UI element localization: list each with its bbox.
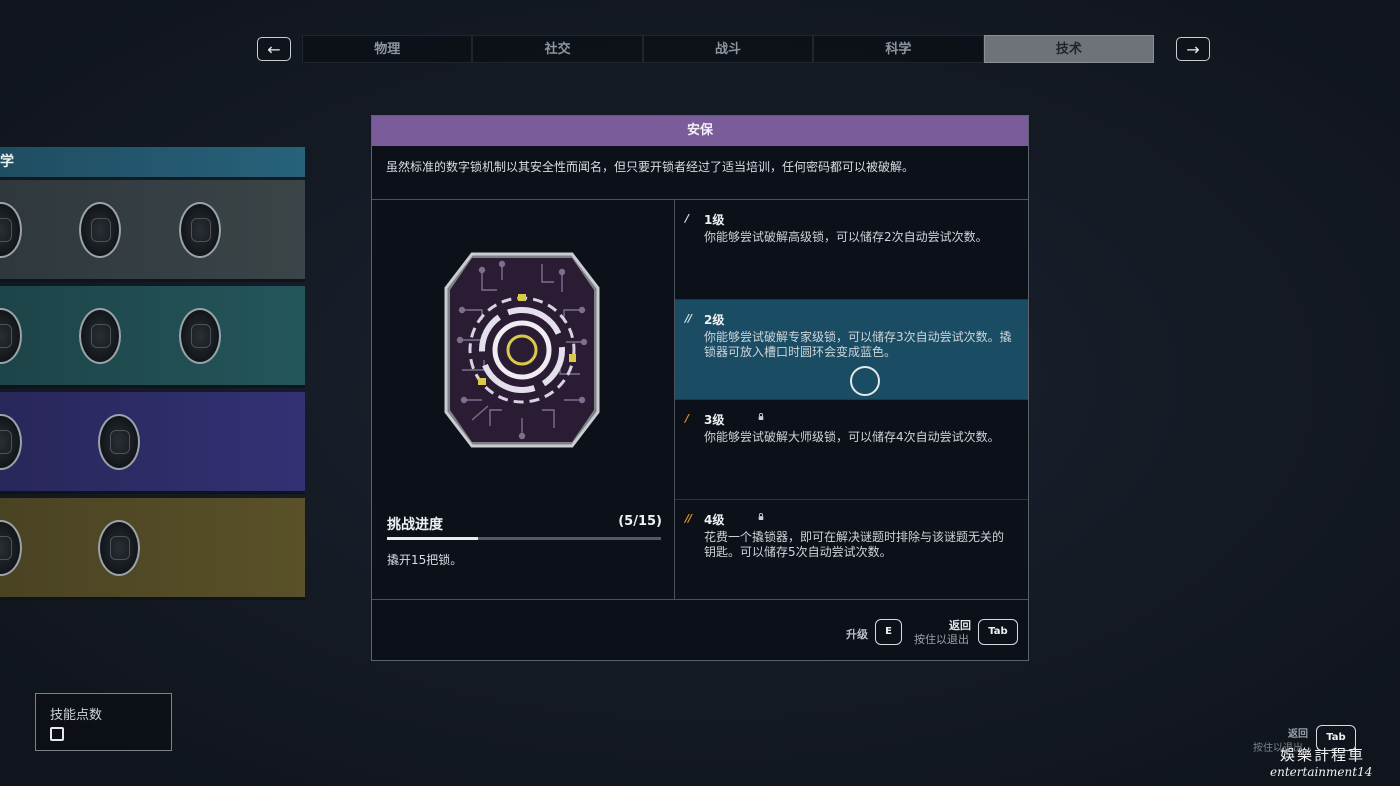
skill-description: 虽然标准的数字锁机制以其安全性而闻名，但只要开锁者经过了适当培训，任何密码都可以…	[386, 160, 915, 174]
skill-detail-dialog: 安保 虽然标准的数字锁机制以其安全性而闻名，但只要开锁者经过了适当培训，任何密码…	[371, 115, 1029, 661]
skill-node[interactable]	[79, 202, 121, 258]
prev-category-arrow-icon[interactable]: ←	[257, 37, 291, 61]
skills-screen: ← 物理 社交 战斗 科学 技术 → 学 技能点数 0 安保 虽然标准的数字锁机…	[0, 0, 1400, 786]
tab-tech[interactable]: 技术	[983, 35, 1155, 63]
challenge-progress-title: 挑战进度	[387, 517, 443, 533]
category-tab-bar: 物理 社交 战斗 科学 技术	[302, 35, 1155, 63]
back-hint-label: 返回	[1288, 729, 1308, 740]
circuit-lock-badge-icon	[444, 252, 600, 448]
challenge-progress-bar	[387, 537, 661, 540]
skill-node[interactable]	[98, 520, 140, 576]
level-name: 4级	[704, 513, 725, 527]
skill-node[interactable]	[0, 520, 22, 576]
skill-level-1[interactable]: / 1级 你能够尝试破解高级锁，可以储存2次自动尝试次数。	[675, 200, 1028, 300]
tab-social[interactable]: 社交	[472, 35, 643, 63]
skill-node[interactable]	[0, 308, 22, 364]
watermark-chinese: 娛樂計程車	[1280, 746, 1366, 764]
level-description: 你能够尝试破解大师级锁，可以储存4次自动尝试次数。	[704, 430, 1000, 444]
rank-ticks-icon: /	[685, 412, 689, 425]
skill-tier-row	[0, 180, 305, 282]
skill-points-label: 技能点数	[50, 708, 103, 723]
lock-icon	[758, 413, 764, 420]
skill-node[interactable]	[79, 308, 121, 364]
skill-points-value: 0	[50, 727, 64, 741]
tab-physical[interactable]: 物理	[302, 35, 473, 63]
tab-science[interactable]: 科学	[813, 35, 984, 63]
rank-ticks-icon: //	[685, 512, 692, 525]
skill-points-panel: 技能点数 0	[35, 693, 172, 751]
upgrade-key-button[interactable]: E	[875, 619, 902, 645]
next-category-arrow-icon[interactable]: →	[1176, 37, 1210, 61]
cursor-ring-icon	[850, 366, 880, 396]
skill-tier-row	[0, 392, 305, 494]
skill-node[interactable]	[0, 202, 22, 258]
hold-exit-hint-label: 按住以退出	[914, 633, 969, 646]
skill-node[interactable]	[0, 414, 22, 470]
level-description: 花费一个撬锁器，即可在解决谜题时排除与该谜题无关的钥匙。可以储存5次自动尝试次数…	[704, 530, 1005, 559]
back-tab-key-button[interactable]: Tab	[978, 619, 1018, 645]
skill-node[interactable]	[98, 414, 140, 470]
skill-node[interactable]	[179, 308, 221, 364]
dialog-footer: 升级 E 返回 按住以退出 Tab	[372, 599, 1028, 660]
upgrade-hint-label: 升级	[846, 628, 868, 641]
skill-level-4[interactable]: // 4级 花费一个撬锁器，即可在解决谜题时排除与该谜题无关的钥匙。可以储存5次…	[675, 500, 1028, 600]
lock-icon	[758, 513, 764, 520]
skill-title: 安保	[372, 116, 1028, 146]
challenge-progress-count: (5/15)	[618, 514, 662, 529]
level-name: 3级	[704, 413, 725, 427]
rank-ticks-icon: /	[685, 212, 689, 225]
level-description: 你能够尝试破解专家级锁，可以储存3次自动尝试次数。撬锁器可放入槽口时圆环会变成蓝…	[704, 330, 1012, 359]
tab-combat[interactable]: 战斗	[642, 35, 814, 63]
challenge-description: 撬开15把锁。	[387, 553, 463, 567]
skill-tree-header: 学	[0, 147, 305, 177]
skill-overview-panel: 挑战进度 (5/15) 撬开15把锁。	[372, 199, 675, 599]
watermark-english: entertainment14	[1270, 765, 1373, 779]
skill-level-3[interactable]: / 3级 你能够尝试破解大师级锁，可以储存4次自动尝试次数。	[675, 400, 1028, 500]
skill-tier-row	[0, 286, 305, 388]
skill-level-list: / 1级 你能够尝试破解高级锁，可以储存2次自动尝试次数。 // 2级 你能够尝…	[675, 199, 1028, 599]
level-name: 1级	[704, 213, 725, 227]
level-name: 2级	[704, 313, 725, 327]
rank-ticks-icon: //	[685, 312, 692, 325]
skill-node[interactable]	[179, 202, 221, 258]
skill-tier-row	[0, 498, 305, 600]
challenge-progress-fill	[387, 537, 479, 540]
level-description: 你能够尝试破解高级锁，可以储存2次自动尝试次数。	[704, 230, 988, 244]
skill-level-2[interactable]: // 2级 你能够尝试破解专家级锁，可以储存3次自动尝试次数。撬锁器可放入槽口时…	[675, 300, 1028, 400]
